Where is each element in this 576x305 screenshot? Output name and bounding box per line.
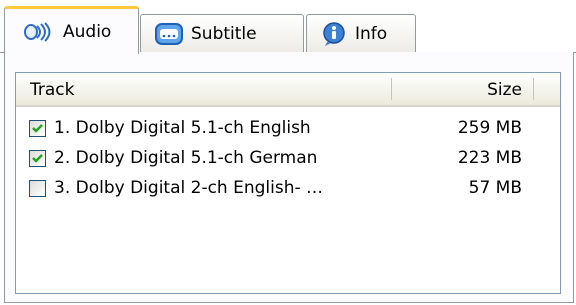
- audio-panel: Track Size 1. Dolby Digital 5.1-ch Engli…: [4, 52, 574, 303]
- column-divider[interactable]: [391, 78, 392, 100]
- tab-audio-label: Audio: [63, 21, 112, 42]
- track-row[interactable]: 3. Dolby Digital 2-ch English- … 57 MB: [16, 177, 560, 207]
- track-selection-window: Audio Subtitle Info Track Size 1. Dolby …: [0, 0, 576, 305]
- subtitle-icon: [155, 23, 183, 45]
- track-size: 57 MB: [468, 178, 522, 198]
- audio-icon: [23, 21, 55, 42]
- track-row[interactable]: 2. Dolby Digital 5.1-ch German 223 MB: [16, 147, 560, 177]
- checkmark-icon: [32, 154, 43, 163]
- tab-audio[interactable]: Audio: [4, 6, 139, 54]
- tab-info[interactable]: Info: [306, 14, 416, 53]
- track-checkbox-2[interactable]: [29, 150, 46, 167]
- tab-info-label: Info: [355, 24, 388, 44]
- track-checkbox-1[interactable]: [29, 120, 46, 137]
- track-checkbox-3[interactable]: [29, 180, 46, 197]
- track-size: 223 MB: [457, 148, 522, 168]
- column-header-track[interactable]: Track: [30, 80, 74, 100]
- track-label: 3. Dolby Digital 2-ch English- …: [54, 178, 324, 198]
- column-header-size[interactable]: Size: [487, 80, 522, 100]
- info-icon: [321, 21, 347, 47]
- list-header: Track Size: [16, 73, 560, 107]
- tab-subtitle-label: Subtitle: [191, 24, 257, 44]
- audio-track-list[interactable]: Track Size 1. Dolby Digital 5.1-ch Engli…: [15, 72, 561, 294]
- track-row[interactable]: 1. Dolby Digital 5.1-ch English 259 MB: [16, 117, 560, 147]
- track-label: 2. Dolby Digital 5.1-ch German: [54, 148, 318, 168]
- column-divider[interactable]: [533, 78, 534, 100]
- track-label: 1. Dolby Digital 5.1-ch English: [54, 118, 311, 138]
- checkmark-icon: [32, 124, 43, 133]
- track-size: 259 MB: [457, 118, 522, 138]
- tab-subtitle[interactable]: Subtitle: [140, 14, 304, 53]
